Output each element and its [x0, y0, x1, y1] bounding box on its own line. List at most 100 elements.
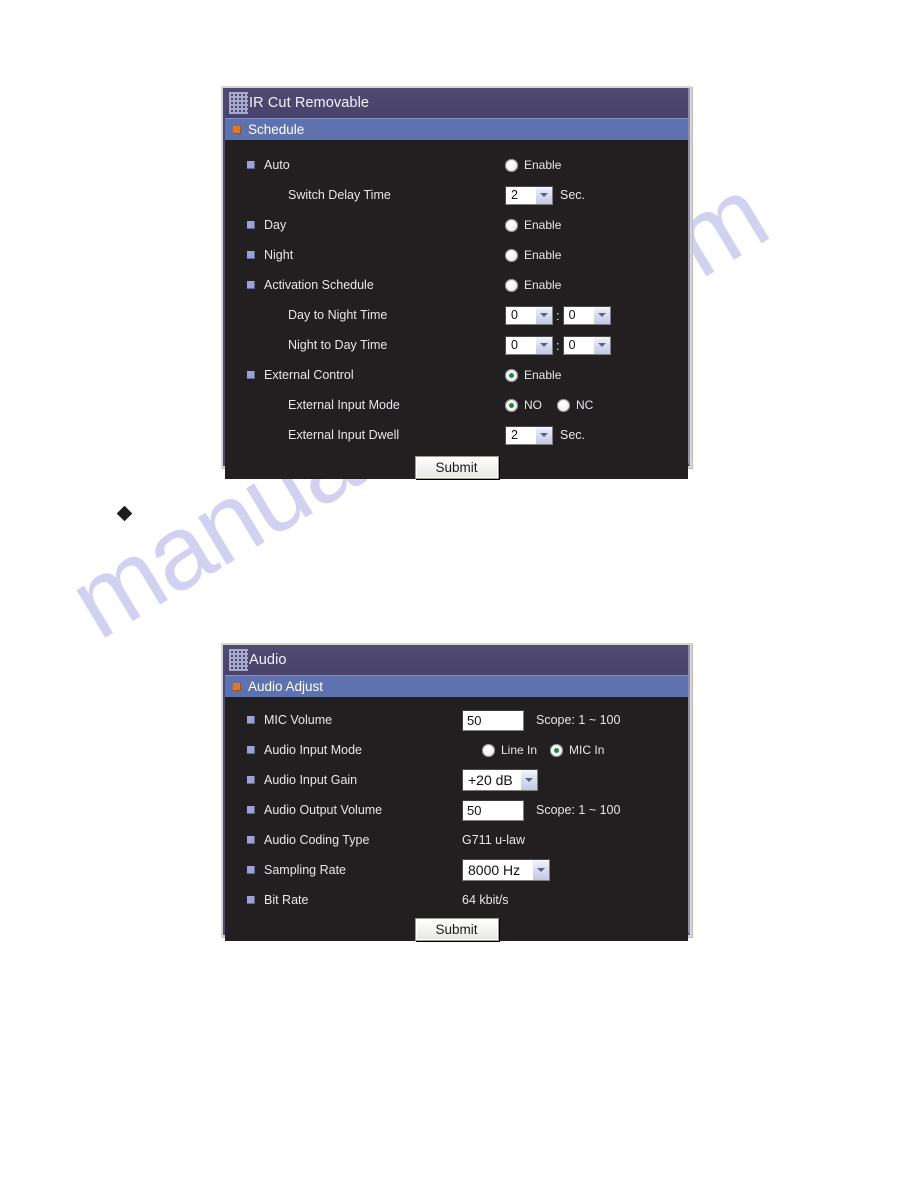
radio-activation-schedule-enable[interactable] — [505, 278, 518, 292]
label-audio-coding-type: Audio Coding Type — [264, 833, 370, 847]
radio-external-input-nc-label: NC — [576, 398, 594, 412]
label-switch-delay-time: Switch Delay Time — [288, 188, 391, 202]
row-audio-coding-type: Audio Coding Type G711 u-law — [225, 825, 688, 855]
radio-external-control-enable[interactable] — [505, 368, 518, 382]
label-audio-output-volume-wrap: Audio Output Volume — [247, 803, 462, 817]
grid-icon — [229, 649, 248, 671]
radio-auto-enable[interactable] — [505, 158, 518, 172]
select-day-to-night-hour-value: 0 — [511, 308, 518, 322]
control-switch-delay-time: 2 Sec. — [505, 185, 585, 205]
select-day-to-night-minute-value: 0 — [568, 308, 576, 322]
chevron-down-icon[interactable] — [592, 306, 610, 324]
bullet-square-icon — [247, 281, 255, 289]
control-night: Enable — [505, 248, 561, 262]
select-external-input-dwell[interactable]: 2 — [505, 425, 553, 445]
label-sampling-rate-wrap: Sampling Rate — [247, 863, 462, 877]
row-sampling-rate: Sampling Rate 8000 Hz — [225, 855, 688, 885]
radio-mic-in[interactable] — [550, 743, 564, 757]
select-day-to-night-hour[interactable]: 0 — [505, 305, 553, 325]
select-night-to-day-minute[interactable]: 0 — [562, 335, 611, 355]
chevron-down-icon[interactable] — [535, 426, 552, 444]
radio-external-input-nc[interactable] — [557, 398, 570, 412]
bullet-square-icon — [247, 836, 255, 844]
control-audio-input-gain: +20 dB — [462, 769, 538, 791]
row-mic-volume: MIC Volume Scope: 1 ~ 100 — [225, 705, 688, 735]
input-mic-volume[interactable] — [462, 709, 524, 731]
section-header-label: Audio Adjust — [248, 679, 324, 694]
chevron-down-icon[interactable] — [520, 770, 537, 790]
control-mic-volume: Scope: 1 ~ 100 — [462, 709, 620, 731]
radio-night-enable-label: Enable — [524, 248, 562, 262]
panel-body: Auto Enable Switch Delay Time 2 Sec. Day… — [225, 140, 688, 479]
input-audio-output-volume[interactable] — [462, 799, 524, 821]
radio-auto-enable-label: Enable — [524, 158, 562, 172]
control-external-input-dwell: 2 Sec. — [505, 425, 585, 445]
label-audio-coding-type-wrap: Audio Coding Type — [247, 833, 462, 847]
label-auto-wrap: Auto — [247, 158, 505, 172]
bullet-square-icon — [247, 251, 255, 259]
chevron-down-icon[interactable] — [535, 306, 552, 324]
label-bit-rate: Bit Rate — [264, 893, 309, 907]
value-bit-rate: 64 kbit/s — [462, 893, 509, 907]
select-day-to-night-minute[interactable]: 0 — [562, 305, 611, 325]
chevron-down-icon[interactable] — [532, 860, 549, 880]
control-bit-rate: 64 kbit/s — [462, 893, 509, 907]
row-external-input-dwell: External Input Dwell 2 Sec. — [225, 420, 688, 450]
control-external-input-mode: NO NC — [505, 398, 593, 412]
panel-title: IR Cut Removable — [249, 95, 370, 111]
radio-external-input-no[interactable] — [505, 398, 518, 412]
radio-line-in[interactable] — [482, 743, 495, 757]
radio-day-enable[interactable] — [505, 218, 518, 232]
section-header-audio-adjust: Audio Adjust — [225, 675, 688, 697]
orange-square-icon — [233, 682, 241, 691]
chevron-down-icon[interactable] — [592, 336, 610, 354]
radio-night-enable[interactable] — [505, 248, 518, 262]
label-night-wrap: Night — [247, 248, 505, 262]
bullet-square-icon — [247, 746, 255, 754]
row-switch-delay-time: Switch Delay Time 2 Sec. — [225, 180, 688, 210]
label-external-input-mode: External Input Mode — [288, 398, 400, 412]
select-switch-delay-time[interactable]: 2 — [505, 185, 553, 205]
row-audio-input-gain: Audio Input Gain +20 dB — [225, 765, 688, 795]
chevron-down-icon[interactable] — [535, 186, 552, 204]
label-audio-input-mode-wrap: Audio Input Mode — [247, 743, 462, 757]
row-external-control: External Control Enable — [225, 360, 688, 390]
label-audio-output-volume: Audio Output Volume — [264, 803, 383, 817]
radio-external-input-no-label: NO — [524, 398, 542, 412]
radio-mic-in-label: MIC In — [569, 743, 605, 757]
select-audio-input-gain[interactable]: +20 dB — [462, 769, 538, 791]
submit-button-audio[interactable]: Submit — [414, 918, 499, 941]
ir-cut-removable-panel: IR Cut Removable Schedule Auto Enable Sw… — [221, 86, 692, 479]
orange-square-icon — [233, 125, 241, 134]
control-activation-schedule: Enable — [505, 278, 561, 292]
row-day: Day Enable — [225, 210, 688, 240]
radio-external-control-enable-label: Enable — [524, 368, 562, 382]
select-night-to-day-hour-value: 0 — [511, 338, 518, 352]
radio-activation-schedule-enable-label: Enable — [524, 278, 562, 292]
select-night-to-day-minute-value: 0 — [568, 338, 576, 352]
submit-button-ircut[interactable]: Submit — [414, 456, 499, 479]
label-night-to-day-time: Night to Day Time — [288, 338, 388, 352]
select-sampling-rate[interactable]: 8000 Hz — [462, 859, 550, 881]
control-night-to-day-time: 0 : 0 — [505, 335, 611, 355]
row-night-to-day-time: Night to Day Time 0 : 0 — [225, 330, 688, 360]
time-separator: : — [556, 337, 560, 353]
panel-inner-frame: IR Cut Removable Schedule Auto Enable Sw… — [223, 88, 690, 479]
chevron-down-icon[interactable] — [535, 336, 552, 354]
control-day: Enable — [505, 218, 561, 232]
row-audio-input-mode: Audio Input Mode Line In MIC In — [225, 735, 688, 765]
select-sampling-rate-value: 8000 Hz — [468, 862, 521, 878]
bullet-square-icon — [247, 371, 255, 379]
row-auto: Auto Enable — [225, 150, 688, 180]
row-bit-rate: Bit Rate 64 kbit/s — [225, 885, 688, 915]
hint-audio-output-volume: Scope: 1 ~ 100 — [536, 803, 621, 817]
row-external-input-mode: External Input Mode NO NC — [225, 390, 688, 420]
section-header-label: Schedule — [248, 122, 305, 137]
label-bit-rate-wrap: Bit Rate — [247, 893, 462, 907]
bullet-square-icon — [247, 716, 255, 724]
label-day: Day — [264, 218, 287, 232]
label-external-control-wrap: External Control — [247, 368, 505, 382]
grid-icon — [229, 92, 248, 114]
select-night-to-day-hour[interactable]: 0 — [505, 335, 553, 355]
bullet-square-icon — [247, 221, 255, 229]
